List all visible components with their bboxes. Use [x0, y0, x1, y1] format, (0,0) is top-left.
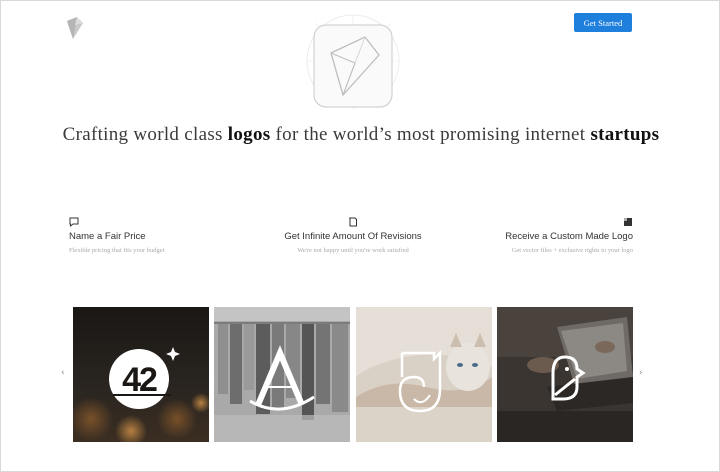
feature-fair-price: Name a Fair Price Flexible pricing that … [69, 217, 269, 254]
feature-revisions: Get Infinite Amount Of Revisions We're n… [253, 217, 453, 254]
carousel-next-arrow[interactable]: › [639, 368, 643, 378]
document-icon [349, 217, 357, 227]
hero-headline: Crafting world class logos for the world… [61, 123, 661, 147]
headline-text-2: for the world’s most promising internet [270, 124, 591, 145]
letter-a-logo-icon [249, 345, 315, 411]
portfolio-tile-bird[interactable] [497, 307, 633, 442]
feature-custom-logo: Receive a Custom Made Logo Get vector fi… [433, 217, 633, 254]
portfolio-tile-42[interactable]: 42 [73, 307, 209, 442]
badge-icon [624, 218, 632, 226]
feature-description: Flexible pricing that fits your budget [69, 247, 165, 254]
feature-title: Name a Fair Price [69, 231, 146, 242]
bird-logo-icon [551, 355, 586, 401]
folded-leaf-logo-icon[interactable] [65, 15, 85, 41]
headline-text-1: Crafting world class [62, 124, 228, 145]
get-started-button[interactable]: Get Started [574, 13, 632, 32]
headline-emphasis-logos: logos [227, 124, 271, 145]
portfolio-tile-cat[interactable] [356, 307, 492, 442]
page-frame: Get Started Crafting world class logos f… [0, 0, 720, 472]
feature-title: Receive a Custom Made Logo [505, 231, 633, 242]
feature-description: Get vector files + exclusive rights to y… [511, 247, 633, 254]
logo-construction-icon [306, 14, 400, 109]
portfolio-tile-letter-a[interactable] [214, 307, 350, 442]
42-logo-icon: 42 [109, 347, 180, 409]
feature-description: We're not happy until you're work satisf… [297, 247, 409, 254]
cat-outline-logo-icon [398, 349, 442, 413]
feature-title: Get Infinite Amount Of Revisions [284, 231, 422, 242]
carousel-prev-arrow[interactable]: ‹ [61, 368, 65, 378]
42-logo-text: 42 [122, 361, 157, 399]
chat-bubble-icon [69, 217, 79, 227]
headline-emphasis-startups: startups [590, 124, 660, 145]
